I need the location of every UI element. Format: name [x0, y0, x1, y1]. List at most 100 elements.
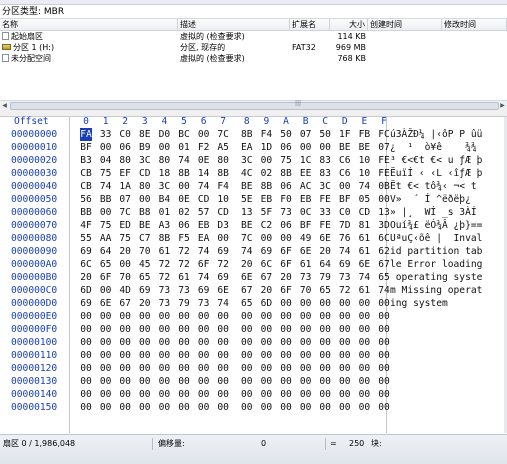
- hex-byte[interactable]: 00: [178, 362, 190, 375]
- hex-byte[interactable]: 00: [119, 258, 131, 271]
- hex-byte[interactable]: 13: [241, 206, 253, 219]
- hex-byte[interactable]: 64: [319, 258, 331, 271]
- scrollbar-thumb[interactable]: [10, 102, 499, 110]
- ascii-text[interactable]: operating syste: [390, 271, 483, 284]
- hex-byte[interactable]: C6: [339, 167, 351, 180]
- hex-byte[interactable]: 00: [100, 141, 112, 154]
- hex-byte[interactable]: 00: [378, 362, 390, 375]
- hex-byte[interactable]: 5E: [241, 193, 253, 206]
- hex-byte[interactable]: EA: [241, 141, 253, 154]
- hex-byte[interactable]: BE: [139, 219, 151, 232]
- hex-byte[interactable]: 70: [139, 245, 151, 258]
- hex-byte[interactable]: 1C: [300, 154, 312, 167]
- hex-byte[interactable]: 00: [100, 388, 112, 401]
- hex-byte[interactable]: 00: [339, 297, 351, 310]
- hex-byte[interactable]: 79: [178, 297, 190, 310]
- hex-byte[interactable]: 5F: [260, 206, 273, 219]
- hex-byte[interactable]: 00: [319, 141, 331, 154]
- hex-byte[interactable]: 00: [280, 297, 292, 310]
- hex-byte[interactable]: 00: [119, 388, 131, 401]
- hex-row[interactable]: 00000060 BB 00 7C B8 01 02 57 CD 13 5F 73 0C 33 C0 CD 13…: [0, 206, 507, 219]
- hex-byte[interactable]: 00: [217, 349, 229, 362]
- hex-byte[interactable]: BB: [80, 206, 92, 219]
- hex-byte[interactable]: 00: [339, 323, 351, 336]
- hex-row[interactable]: 00000040 CB 74 1A 80 3C 00 74 F4 BE 8B 06 AC 3C 00 74 0B…: [0, 180, 507, 193]
- hex-byte[interactable]: 00: [158, 141, 171, 154]
- hex-byte[interactable]: B8: [139, 206, 151, 219]
- hex-byte[interactable]: 00: [280, 375, 292, 388]
- col-header-ext[interactable]: 扩展名: [290, 19, 330, 30]
- hex-byte[interactable]: 74: [358, 180, 371, 193]
- ascii-text[interactable]: m Missing operat: [390, 284, 482, 297]
- hex-byte[interactable]: 14: [198, 167, 210, 180]
- hex-byte[interactable]: D0: [158, 128, 171, 141]
- hex-byte[interactable]: 00: [378, 336, 390, 349]
- hex-row[interactable]: 000000A0 6C 65 00 45 72 72 6F 72 20 6C 6F 61 64 69 6E 67…: [0, 258, 507, 271]
- hex-byte[interactable]: 7C: [241, 232, 253, 245]
- hex-row[interactable]: 00000010 BF 00 06 B9 00 01 F2 A5 EA 1D 06 00 00 BE BE 07…: [0, 141, 507, 154]
- hex-byte[interactable]: 10: [358, 167, 371, 180]
- hex-byte[interactable]: 69: [217, 271, 229, 284]
- hex-byte[interactable]: 00: [178, 180, 190, 193]
- hex-byte[interactable]: 8B: [280, 167, 292, 180]
- hex-byte[interactable]: 74: [241, 245, 253, 258]
- hex-byte[interactable]: 83: [319, 167, 331, 180]
- hex-byte[interactable]: C2: [260, 219, 273, 232]
- hex-byte[interactable]: BF: [300, 219, 312, 232]
- hex-byte[interactable]: 00: [241, 336, 253, 349]
- hex-byte[interactable]: 00: [300, 375, 312, 388]
- hex-byte[interactable]: ED: [119, 219, 131, 232]
- hex-byte[interactable]: 00: [319, 375, 331, 388]
- hex-byte[interactable]: BE: [339, 141, 351, 154]
- hex-byte[interactable]: 00: [280, 336, 292, 349]
- hex-byte[interactable]: 00: [300, 323, 312, 336]
- hex-byte[interactable]: F2: [198, 141, 210, 154]
- hex-byte[interactable]: 50: [280, 128, 292, 141]
- hex-byte[interactable]: 00: [80, 323, 92, 336]
- hex-byte[interactable]: BE: [358, 141, 371, 154]
- hex-byte[interactable]: 00: [260, 310, 273, 323]
- hex-byte[interactable]: 00: [158, 323, 171, 336]
- hex-byte[interactable]: 00: [300, 401, 312, 414]
- hex-byte[interactable]: A3: [158, 219, 171, 232]
- hex-byte[interactable]: FB: [358, 128, 371, 141]
- hex-byte[interactable]: 62: [378, 245, 390, 258]
- hex-byte[interactable]: F4: [260, 128, 273, 141]
- hex-byte[interactable]: 00: [319, 336, 331, 349]
- hex-byte[interactable]: 72: [178, 258, 190, 271]
- hex-byte[interactable]: 72: [158, 271, 171, 284]
- ascii-text[interactable]: Ët €< tô¾‹ ¬< t: [390, 180, 477, 193]
- hex-byte[interactable]: 06: [280, 219, 292, 232]
- hex-byte[interactable]: AA: [100, 232, 112, 245]
- hex-byte[interactable]: 00: [260, 232, 273, 245]
- hex-row[interactable]: 00000140 00 00 00 00 00 00 00 00 00 00 00 00 00 00 00 00: [0, 388, 507, 401]
- hex-byte[interactable]: 69: [217, 245, 229, 258]
- hex-byte[interactable]: 1D: [260, 141, 273, 154]
- hex-byte[interactable]: 00: [358, 362, 371, 375]
- hex-byte[interactable]: BE: [241, 180, 253, 193]
- hex-byte[interactable]: 72: [217, 258, 229, 271]
- hex-byte[interactable]: 00: [339, 336, 351, 349]
- hex-row[interactable]: 00000110 00 00 00 00 00 00 00 00 00 00 00 00 00 00 00 00: [0, 349, 507, 362]
- hex-byte[interactable]: D3: [217, 219, 229, 232]
- hex-byte[interactable]: 61: [358, 245, 371, 258]
- hex-byte[interactable]: 00: [198, 375, 210, 388]
- hex-byte[interactable]: 00: [241, 323, 253, 336]
- hex-byte[interactable]: 61: [358, 284, 371, 297]
- hex-byte[interactable]: 00: [378, 349, 390, 362]
- hex-byte[interactable]: 3C: [139, 154, 151, 167]
- hex-byte[interactable]: 74: [358, 271, 371, 284]
- hex-byte[interactable]: A5: [217, 141, 229, 154]
- hex-byte[interactable]: FC: [378, 128, 390, 141]
- hex-byte[interactable]: 45: [139, 258, 151, 271]
- hex-byte[interactable]: 00: [119, 401, 131, 414]
- ascii-text[interactable]: UªuÇ‹õê | Inval: [390, 232, 482, 245]
- hex-byte[interactable]: 72: [158, 258, 171, 271]
- hex-byte[interactable]: 6E: [241, 271, 253, 284]
- ascii-text[interactable]: » |¸ WÍ _s 3ÀÍ: [390, 206, 477, 219]
- hex-byte[interactable]: 00: [260, 349, 273, 362]
- hex-byte[interactable]: 00: [100, 323, 112, 336]
- hex-row[interactable]: 00000000 FA 33 C0 8E D0 BC 00 7C 8B F4 50 07 50 1F FB FC…: [0, 128, 507, 141]
- hex-byte[interactable]: 1A: [119, 180, 131, 193]
- hex-byte[interactable]: 72: [178, 245, 190, 258]
